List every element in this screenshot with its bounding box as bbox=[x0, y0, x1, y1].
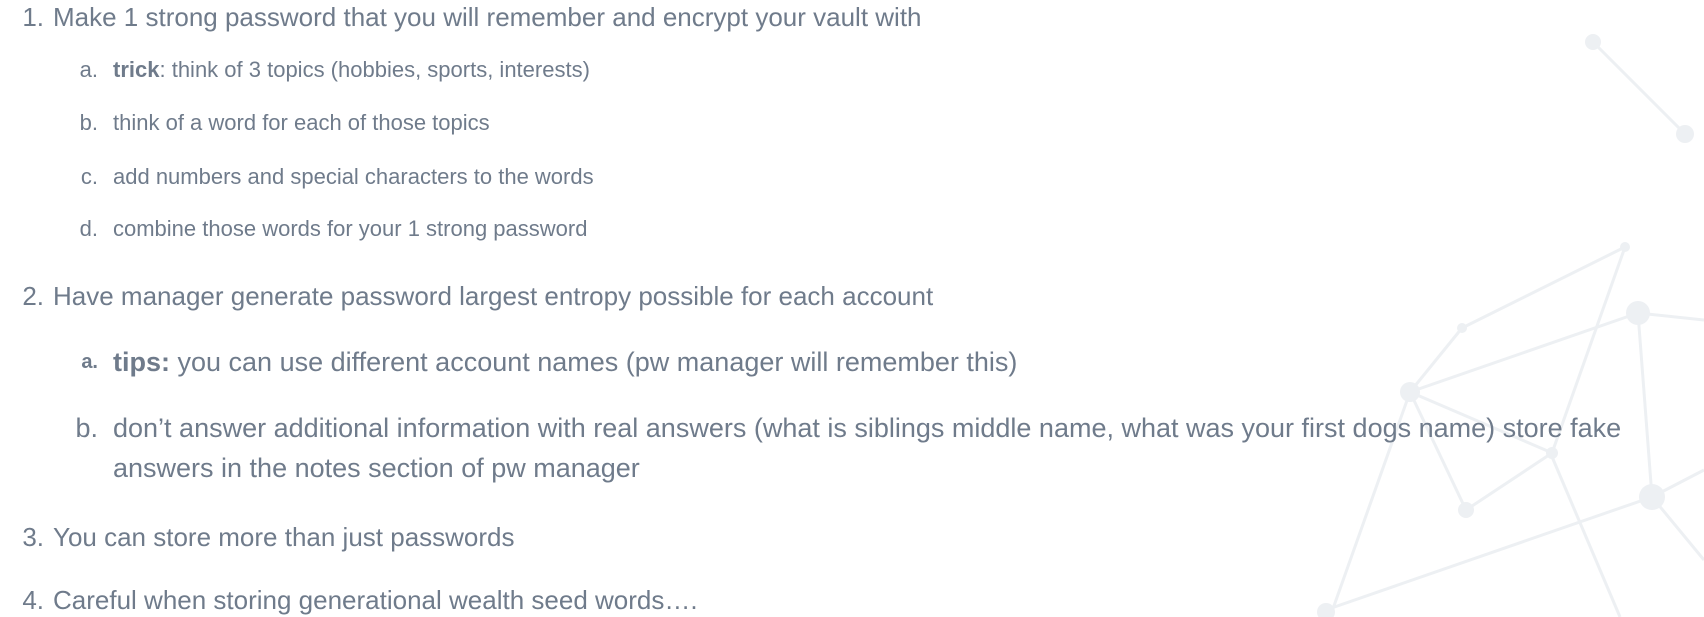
bold-term: tips: bbox=[113, 347, 170, 377]
bold-term: trick bbox=[113, 57, 160, 82]
list-item-text: You can store more than just passwords bbox=[53, 522, 515, 552]
sub-list-item-text: : think of 3 topics (hobbies, sports, in… bbox=[159, 57, 590, 82]
sub-list-letter: a. bbox=[81, 351, 98, 373]
sub-list-item-text: add numbers and special characters to th… bbox=[113, 164, 594, 189]
sub-list-item-text-wrap: tips: you can use different account name… bbox=[113, 342, 1698, 382]
sub-list-item-text: don’t answer additional information with… bbox=[113, 413, 1622, 483]
sub-list-letter: d. bbox=[79, 216, 98, 241]
list-item-text: Make 1 strong password that you will rem… bbox=[53, 2, 922, 32]
sub-list-item-text: you can use different account names (pw … bbox=[170, 347, 1018, 377]
list-number: 3. bbox=[22, 522, 44, 552]
list-number: 2. bbox=[22, 281, 44, 311]
sub-list-item-text: think of a word for each of those topics bbox=[113, 110, 490, 135]
list-item-text: Careful when storing generational wealth… bbox=[53, 585, 698, 615]
list-number: 1. bbox=[22, 2, 44, 32]
sub-list-letter: c. bbox=[80, 164, 98, 189]
sub-list-letter: b. bbox=[79, 110, 98, 135]
sub-list-letter: b. bbox=[75, 413, 98, 443]
list-item-text: Have manager generate password largest e… bbox=[53, 281, 934, 311]
sub-list-letter: a. bbox=[79, 57, 98, 82]
sub-list-item-text-wrap: trick: think of 3 topics (hobbies, sport… bbox=[113, 57, 590, 83]
list-number: 4. bbox=[22, 585, 44, 615]
sub-list-item-text: combine those words for your 1 strong pa… bbox=[113, 216, 588, 241]
